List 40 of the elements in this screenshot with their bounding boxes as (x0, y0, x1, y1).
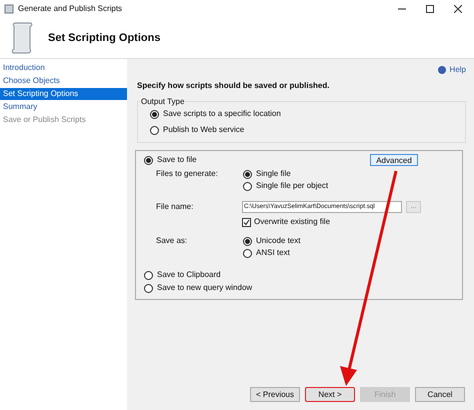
field-label: Save as: (156, 235, 188, 247)
radio-button[interactable] (243, 182, 252, 190)
radio-button[interactable] (144, 156, 153, 164)
sidebar-item[interactable]: Set Scripting Options (0, 88, 127, 100)
radio-label: Unicode text (256, 235, 300, 247)
sidebar-item[interactable]: Introduction (0, 62, 127, 74)
advanced-button[interactable]: Advanced (370, 154, 418, 166)
checkbox[interactable] (242, 218, 251, 226)
sidebar-item[interactable]: Summary (0, 101, 127, 113)
app-icon (4, 4, 14, 14)
radio-label: Single file (256, 168, 291, 180)
radio-button[interactable] (243, 170, 252, 178)
page-title: Set Scripting Options (48, 30, 160, 46)
radio-label: ANSI text (256, 247, 290, 259)
field-label: File name: (156, 201, 194, 213)
radio-label: Single file per object (256, 180, 328, 192)
wizard-button[interactable]: Next > (305, 387, 355, 402)
group-legend: Output Type (140, 96, 186, 108)
help-link[interactable]: Help (450, 64, 466, 76)
radio-button[interactable] (243, 248, 252, 258)
radio-label: Save scripts to a specific location (163, 108, 281, 120)
close-button[interactable] (454, 5, 462, 13)
field-label: Files to generate: (156, 168, 219, 180)
radio-label: Publish to Web service (163, 124, 244, 136)
radio-label: Save to file (157, 154, 197, 166)
radio-button[interactable] (150, 126, 159, 134)
maximize-button[interactable] (426, 5, 434, 13)
checkbox-label: Overwrite existing file (254, 216, 330, 228)
radio-button[interactable] (144, 284, 153, 292)
window-title: Generate and Publish Scripts (18, 3, 122, 15)
radio-button[interactable] (243, 236, 252, 246)
wizard-button[interactable]: Cancel (415, 387, 465, 402)
instruction-text: Specify how scripts should be saved or published. (137, 80, 330, 92)
wizard-button[interactable]: < Previous (250, 387, 300, 402)
radio-label: Save to Clipboard (157, 269, 221, 281)
sidebar-item[interactable]: Choose Objects (0, 75, 127, 87)
radio-button[interactable] (144, 270, 153, 280)
scroll-icon (10, 22, 34, 54)
radio-button[interactable] (150, 110, 159, 118)
radio-label: Save to new query window (157, 282, 252, 294)
